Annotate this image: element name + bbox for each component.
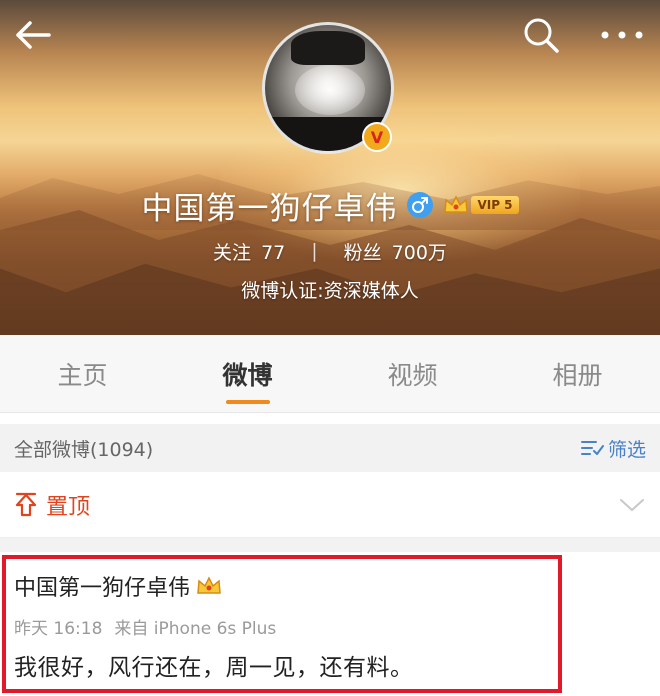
filter-label: 筛选 [607, 438, 646, 461]
post-author[interactable]: 中国第一狗仔卓伟 [14, 570, 190, 602]
search-icon [524, 18, 559, 53]
followers-label: 粉丝 [343, 241, 382, 264]
post-author-row[interactable]: 中国第一狗仔卓伟 [14, 570, 222, 602]
vip-level: VIP 5 [471, 196, 519, 214]
following-stat[interactable]: 关注 77 [213, 238, 285, 265]
tab-video[interactable]: 视频 [330, 335, 495, 412]
back-arrow-icon [16, 21, 51, 49]
following-count: 77 [261, 241, 286, 264]
filter-bar: 全部微博(1094) 筛选 [0, 424, 660, 472]
pinned-left: 置顶 [14, 489, 90, 521]
post-text: 我很好，风行还在，周一见，还有料。 [14, 655, 414, 681]
crown-icon [444, 195, 469, 213]
post-meta: 昨天 16:18 来自 iPhone 6s Plus [14, 614, 276, 639]
avatar-container[interactable]: V [262, 22, 394, 154]
post-time: 昨天 16:18 [14, 619, 103, 639]
tab-weibo[interactable]: 微博 [165, 335, 330, 412]
tab-home[interactable]: 主页 [0, 335, 165, 412]
pin-up-icon [15, 492, 37, 516]
more-button[interactable] [596, 12, 648, 58]
filter-button[interactable]: 筛选 [580, 435, 646, 462]
stats-divider: | [311, 240, 318, 262]
filter-icon [580, 441, 604, 455]
avatar-hair [291, 31, 365, 65]
vip-badge[interactable]: VIP 5 [443, 194, 519, 216]
profile-name: 中国第一狗仔卓伟 [141, 190, 398, 227]
back-button[interactable] [10, 12, 56, 58]
crown-icon [197, 576, 221, 594]
tab-album[interactable]: 相册 [495, 335, 660, 412]
profile-tabs: 主页 微博 视频 相册 [0, 335, 660, 413]
verified-badge: V [362, 122, 392, 152]
post-source: 来自 iPhone 6s Plus [114, 619, 277, 639]
section-gap [0, 538, 660, 552]
profile-name-row: 中国第一狗仔卓伟 VIP 5 [0, 180, 660, 230]
followers-count: 700万 [391, 241, 447, 264]
profile-stats: 关注 77 | 粉丝 700万 [0, 233, 660, 269]
pinned-label: 置顶 [46, 494, 91, 520]
profile-header: V 中国第一狗仔卓伟 VIP 5 关注 77 | 粉丝 700万 微博认证:资深媒体… [0, 0, 660, 335]
pinned-header[interactable]: 置顶 [0, 472, 660, 538]
weibo-post[interactable]: 中国第一狗仔卓伟 昨天 16:18 来自 iPhone 6s Plus 我很好，风… [0, 552, 660, 696]
followers-stat[interactable]: 粉丝 700万 [344, 238, 447, 265]
more-dots-icon [601, 31, 643, 39]
verification-text: 微博认证:资深媒体人 [241, 280, 419, 302]
chevron-down-icon[interactable] [618, 496, 646, 514]
following-label: 关注 [213, 241, 252, 264]
avatar-smoke [295, 65, 365, 115]
search-button[interactable] [518, 12, 564, 58]
male-icon [407, 192, 434, 218]
all-posts-count: 全部微博(1094) [14, 438, 154, 461]
